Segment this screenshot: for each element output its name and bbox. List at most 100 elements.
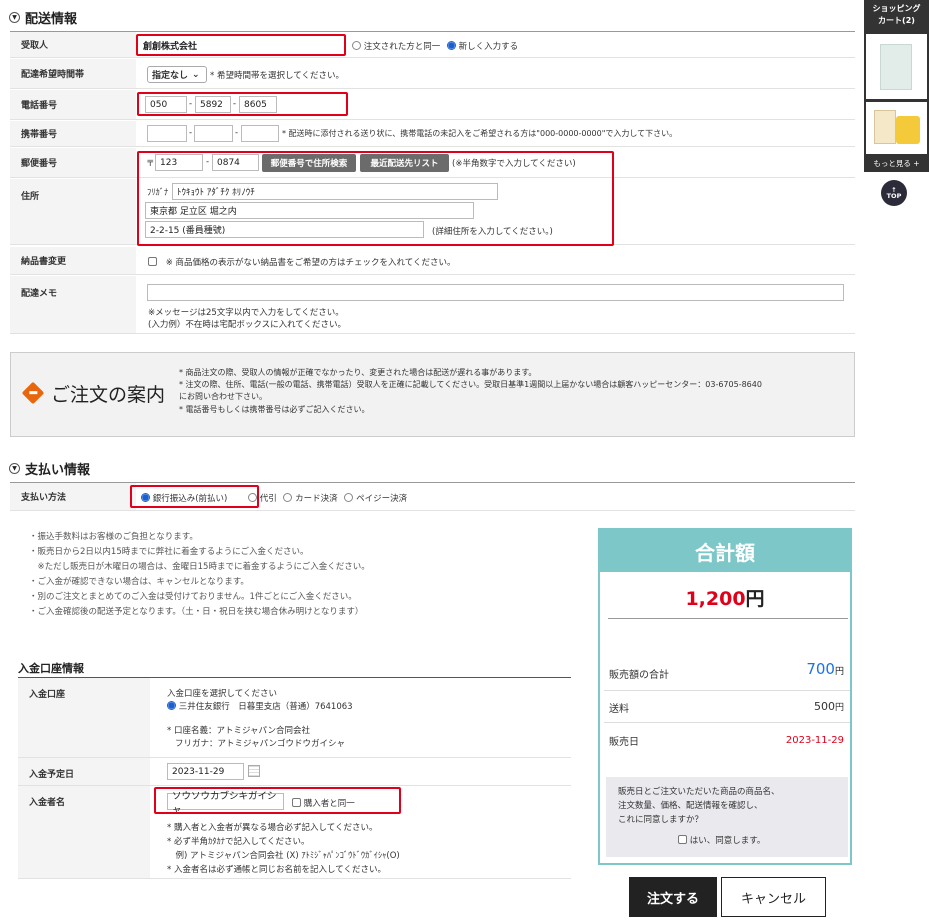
notice-line: にお問い合わせ下さい。 (179, 392, 267, 401)
mobile-input-2[interactable] (194, 125, 233, 142)
address-label: 住所 (10, 179, 136, 244)
address-line2-input[interactable]: 2-2-15 (番員種號) (145, 221, 424, 238)
postal-input-1[interactable]: 123 (155, 154, 203, 171)
bank-account-option: 三井住友銀行 日暮里支店（普通）7641063 (167, 700, 353, 712)
delivery-time-select[interactable]: 指定なし ⌄ (147, 66, 207, 83)
bank-account-prompt: 入金口座を選択してください (167, 689, 277, 699)
agreement-text: 販売日とご注文いただいた商品の商品名、 (618, 787, 780, 797)
payment-note: ・別のご注文とまとめてのご入金は受付けておりません。1件ごとにご入金ください。 (29, 592, 357, 602)
payment-section-title: ▼ 支払い情報 (9, 459, 90, 478)
memo-input[interactable] (147, 284, 844, 301)
bank-name-line: * 口座名義：アトミジャパン合同会社 (167, 726, 310, 736)
dash: - (235, 128, 239, 138)
sale-date-label: 販売日 (609, 737, 639, 748)
address-line1-input[interactable]: 東京都 足立区 堀之内 (145, 202, 474, 219)
bank-section-title: 入金口座情報 (18, 662, 84, 675)
radio-bank-transfer[interactable] (141, 493, 150, 502)
agree-option: はい、同意します。 (678, 834, 765, 846)
phone-input-2[interactable]: 5892 (195, 96, 231, 113)
cart-title: ショッピング (872, 4, 921, 13)
mobile-input-1[interactable] (147, 125, 187, 142)
chevron-down-icon: ▼ (9, 463, 20, 474)
delivery-time-row: 配達希望時間帯 (10, 59, 855, 89)
invoice-label: 納品書変更 (10, 247, 136, 274)
radio-paygy[interactable] (344, 493, 354, 502)
payment-note: ・ご入金が確認できない場合は、キャンセルとなります。 (29, 577, 249, 587)
mobile-input-3[interactable] (241, 125, 279, 142)
postal-label: 郵便番号 (10, 148, 136, 177)
postal-mark: 〒 (146, 159, 155, 169)
cart-more-link[interactable]: もっと見る + (864, 158, 929, 169)
payer-name-label: 入金者名 (18, 786, 150, 878)
divider (604, 690, 850, 691)
warning-icon (21, 381, 45, 405)
payer-same-checkbox[interactable] (292, 798, 301, 807)
invoice-checkbox[interactable] (148, 257, 157, 266)
payer-same-option: 購入者と同一 (292, 797, 355, 809)
total-amount: 1,200円 (685, 588, 765, 610)
deposit-date-input[interactable]: 2023-11-29 (167, 763, 244, 780)
shipping-label: 送料 (609, 704, 629, 715)
delivery-time-note: * 希望時間帯を選択してください。 (210, 71, 344, 81)
dash: - (189, 99, 193, 109)
total-title: 合計額 (600, 530, 850, 572)
phone-input-3[interactable]: 8605 (239, 96, 277, 113)
recipient-input[interactable]: 創創株式会社 (139, 37, 344, 54)
radio-new-input[interactable] (446, 41, 456, 50)
chevron-down-icon: ⌄ (192, 69, 200, 80)
postal-note: (※半角数字で入力してください) (452, 159, 576, 169)
postal-input-2[interactable]: 0874 (212, 154, 259, 171)
payer-name-input[interactable]: ソウソウカブシキガイシャ (167, 791, 284, 816)
radio-bank-account[interactable] (167, 701, 176, 710)
payer-note: 例) アトミジャパン合同会社 (X) ｱﾄﾐｼﾞｬﾊﾟﾝｺﾞｳﾄﾞｳｶﾞｲｼｬ(… (167, 851, 400, 861)
radio-card[interactable] (283, 493, 293, 502)
mobile-label: 携帯番号 (10, 121, 136, 146)
postal-search-button[interactable]: 郵便番号で住所検索 (262, 154, 356, 172)
order-notice-box: ご注文の案内 * 商品注文の際、受取人の情報が正確でなかったり、変更された場合は… (10, 352, 855, 437)
payment-note: ※ただし販売日が木曜日の場合は、金曜日15時までに着金するようにご入金ください。 (29, 562, 370, 572)
payer-note: * 購入者と入金者が異なる場合必ず記入してください。 (167, 823, 378, 833)
agreement-text: これに同意しますか？ (618, 815, 704, 825)
agree-checkbox[interactable] (678, 835, 687, 844)
memo-label: 配達メモ (10, 276, 136, 333)
recipient-label: 受取人 (10, 32, 136, 57)
order-total-box: 合計額 1,200円 販売額の合計 700円 送料 500円 販売日 2023-… (598, 528, 852, 865)
payment-options: 銀行振込み(前払い) 代引 カード決済 ペイジー決済 (141, 492, 407, 504)
payment-note: ・販売日から2日以内15時までに弊社に着金するようにご入金ください。 (29, 547, 309, 557)
payment-method-label: 支払い方法 (10, 483, 136, 510)
phone-input-1[interactable]: 050 (145, 96, 187, 113)
delivery-time-label: 配達希望時間帯 (10, 59, 136, 88)
bank-kana-line: フリガナ：アトミジャパンゴウドウガイシャ (175, 739, 346, 749)
agreement-box: 販売日とご注文いただいた商品の商品名、 注文数量、価格、配送情報を確認し、 これ… (606, 777, 848, 857)
dash: - (233, 99, 237, 109)
recent-address-button[interactable]: 最近配送先リスト (360, 154, 449, 172)
back-to-top-button[interactable]: ↑ TOP (881, 180, 907, 206)
shopping-cart-panel[interactable]: ショッピング カート(2) もっと見る + (864, 0, 929, 172)
notice-line: * 電話番号もしくは携帯番号は必ずご記入ください。 (179, 405, 370, 414)
cart-count: カート(2) (878, 16, 915, 25)
calendar-icon[interactable] (248, 765, 260, 777)
cart-item-thumbnail[interactable] (866, 102, 927, 154)
chevron-down-icon: ▼ (9, 12, 20, 23)
agreement-text: 注文数量、価格、配送情報を確認し、 (618, 801, 763, 811)
bank-account-label: 入金口座 (18, 678, 150, 757)
order-button[interactable]: 注文する (629, 877, 717, 917)
payer-note: * 必ず半角ｶﾀｶﾅで記入してください。 (167, 837, 310, 847)
radio-cod[interactable] (248, 493, 258, 502)
dash: - (189, 128, 193, 138)
kana-label: ﾌﾘｶﾞﾅ (147, 188, 169, 198)
payment-note: ・ご入金確認後の配送予定となります。（土・日・祝日を挟む場合休み明けとなります） (29, 607, 364, 617)
divider (604, 722, 850, 723)
memo-note-1: ※メッセージは25文字以内で入力をしてください。 (148, 308, 344, 318)
invoice-option: ※ 商品価格の表示がない納品書をご希望の方はチェックを入れてください。 (148, 256, 456, 268)
shipping-section-title: ▼ 配送情報 (9, 8, 77, 27)
phone-row: 電話番号 (10, 90, 855, 120)
notice-title: ご注文の案内 (51, 384, 166, 406)
address-kana-input[interactable]: ﾄｳｷｮｳﾄ ｱﾀﾞﾁｸ ﾎﾘﾉｳﾁ (172, 183, 498, 200)
shipping-value: 500円 (813, 700, 844, 713)
notice-line: * 商品注文の際、受取人の情報が正確でなかったり、変更された場合は配送が遅れる事… (179, 368, 537, 377)
radio-same-as-orderer[interactable] (352, 41, 361, 50)
payment-method-row: 支払い方法 (10, 483, 855, 511)
cart-item-thumbnail[interactable] (866, 34, 927, 99)
cancel-button[interactable]: キャンセル (721, 877, 826, 917)
